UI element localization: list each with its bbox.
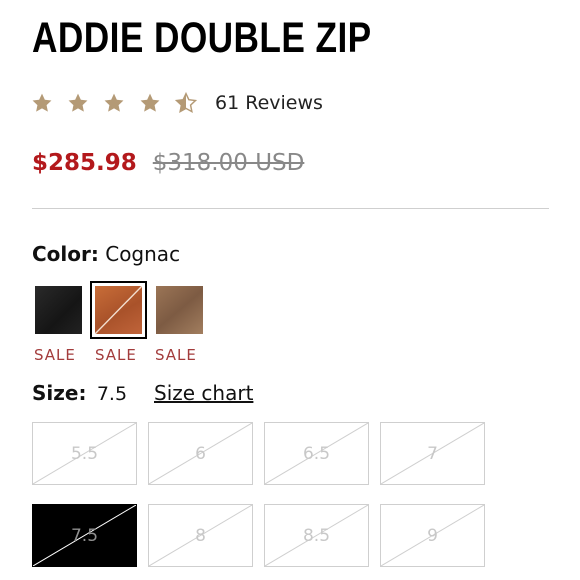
sale-price: $285.98 <box>32 150 137 176</box>
star-icon <box>103 92 125 114</box>
size-label: Size: 7.5 <box>32 381 127 405</box>
size-option-label: 9 <box>427 525 438 546</box>
size-option-8-5[interactable]: 8.5 <box>264 504 369 567</box>
color-label: Color: Cognac <box>32 242 180 266</box>
original-price: $318.00 USD <box>152 150 305 176</box>
price-row: $285.98 $318.00 USD <box>32 150 304 176</box>
swatch-taupe[interactable] <box>156 286 203 334</box>
reviews-link[interactable]: 61 Reviews <box>215 92 323 114</box>
size-option-8[interactable]: 8 <box>148 504 253 567</box>
size-option-label: 7 <box>427 443 438 464</box>
size-option-label: 5.5 <box>70 443 99 464</box>
size-option-7[interactable]: 7 <box>380 422 485 485</box>
size-option-label: 7.5 <box>70 525 99 546</box>
size-option-6[interactable]: 6 <box>148 422 253 485</box>
selected-color: Cognac <box>105 242 181 266</box>
swatch-black[interactable] <box>35 286 82 334</box>
size-option-7-5[interactable]: 7.5 <box>32 504 137 567</box>
selected-size: 7.5 <box>96 383 128 405</box>
size-chart-link[interactable]: Size chart <box>154 381 253 405</box>
star-icon <box>139 92 161 114</box>
size-label-heading: Size: <box>32 381 87 405</box>
sale-tag: SALE <box>155 346 197 364</box>
size-option-label: 8 <box>195 525 206 546</box>
sale-tag: SALE <box>34 346 76 364</box>
size-option-5-5[interactable]: 5.5 <box>32 422 137 485</box>
rating-row[interactable]: 61 Reviews <box>31 92 323 114</box>
size-option-6-5[interactable]: 6.5 <box>264 422 369 485</box>
size-option-label: 6.5 <box>302 443 331 464</box>
size-option-9[interactable]: 9 <box>380 504 485 567</box>
star-icon <box>31 92 53 114</box>
color-label-heading: Color: <box>32 242 99 266</box>
unavailable-slash <box>95 286 142 334</box>
sale-tag: SALE <box>95 346 137 364</box>
divider <box>32 208 549 209</box>
half-star-icon <box>175 92 197 114</box>
size-option-label: 8.5 <box>302 525 331 546</box>
product-title: ADDIE DOUBLE ZIP <box>32 14 372 62</box>
swatch-cognac[interactable] <box>90 281 147 339</box>
star-icon <box>67 92 89 114</box>
size-option-label: 6 <box>195 443 206 464</box>
